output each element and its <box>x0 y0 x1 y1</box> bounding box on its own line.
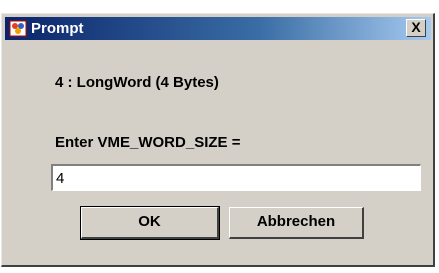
java-app-icon <box>9 20 27 37</box>
close-icon: X <box>411 19 421 35</box>
window-title: Prompt <box>31 20 84 37</box>
ok-button[interactable]: OK <box>81 207 219 239</box>
prompt-dialog: Prompt X 4 : LongWord (4 Bytes) Enter VM… <box>1 13 435 267</box>
message-text: 4 : LongWord (4 Bytes) <box>55 74 219 91</box>
cancel-button[interactable]: Abbrechen <box>229 207 364 239</box>
word-size-input[interactable] <box>51 164 421 191</box>
title-bar[interactable]: Prompt X <box>5 17 431 40</box>
field-label: Enter VME_WORD_SIZE = <box>55 134 241 151</box>
close-button[interactable]: X <box>406 19 426 37</box>
